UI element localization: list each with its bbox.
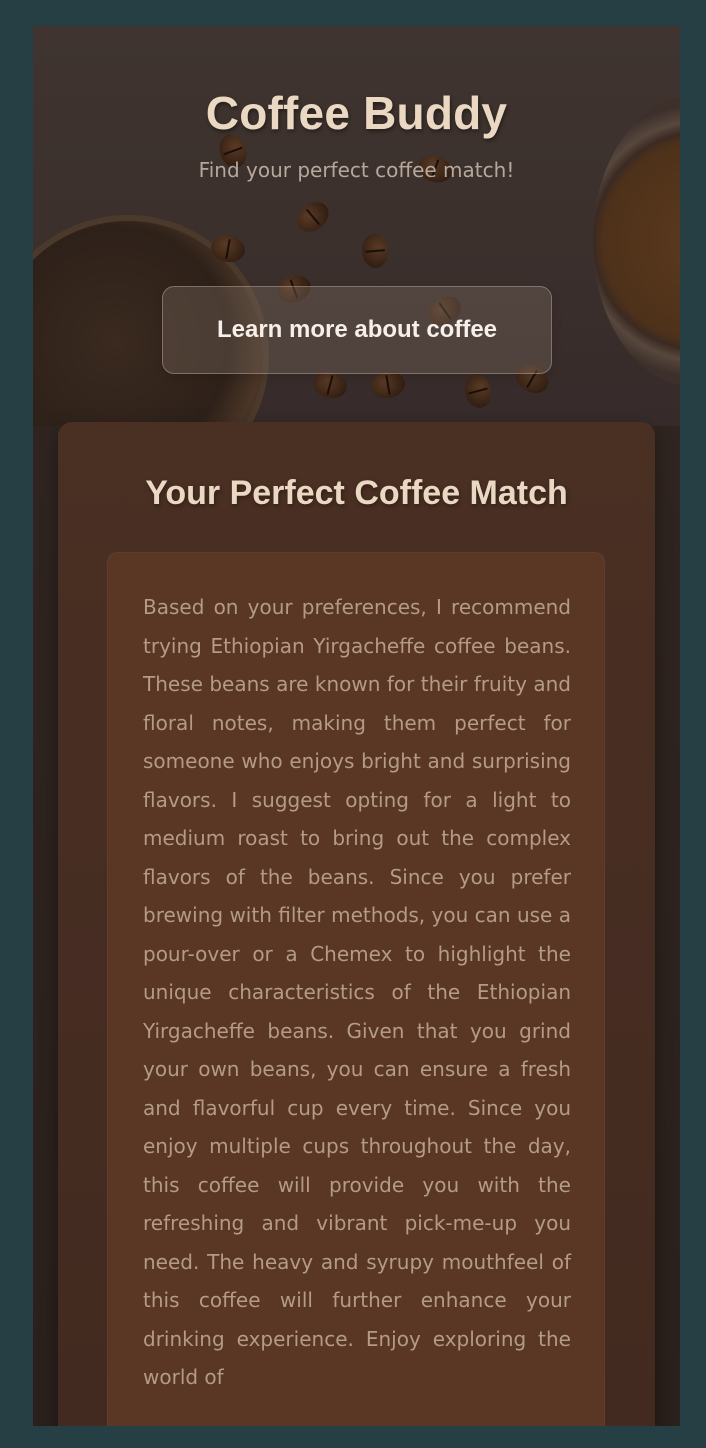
coffee-match-card: Your Perfect Coffee Match Based on your … bbox=[58, 422, 655, 1426]
learn-more-button[interactable]: Learn more about coffee bbox=[162, 286, 552, 374]
app-frame: Coffee Buddy Find your perfect coffee ma… bbox=[33, 26, 680, 1426]
recommendation-box: Based on your preferences, I recommend t… bbox=[107, 552, 605, 1426]
recommendation-text: Based on your preferences, I recommend t… bbox=[143, 595, 571, 1389]
match-heading: Your Perfect Coffee Match bbox=[145, 474, 568, 512]
app-subtitle: Find your perfect coffee match! bbox=[198, 158, 515, 182]
app-title: Coffee Buddy bbox=[205, 87, 508, 139]
